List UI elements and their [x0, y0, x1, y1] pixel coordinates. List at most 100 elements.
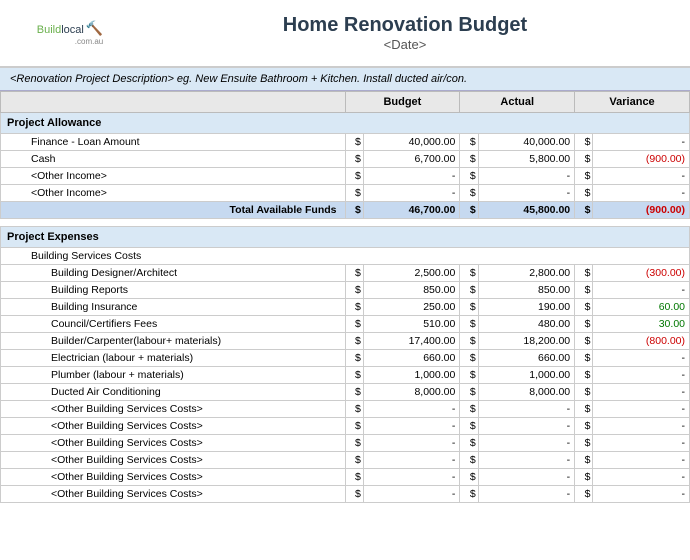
logo-dotcom: .com.au: [37, 37, 104, 46]
table-row: <Other Building Services Costs> $ - $ - …: [1, 452, 690, 469]
row-actual: 8,000.00: [478, 384, 574, 401]
row-budget: -: [363, 418, 459, 435]
total-variance: (900.00): [593, 202, 690, 219]
row-actual: 5,800.00: [478, 151, 574, 168]
row-variance: -: [593, 282, 690, 299]
table-row: <Other Income> $ - $ - $ -: [1, 185, 690, 202]
row-label: <Other Building Services Costs>: [1, 435, 346, 452]
row-budget: 6,700.00: [363, 151, 459, 168]
table-row: Building Designer/Architect $ 2,500.00 $…: [1, 265, 690, 282]
title-box: Home Renovation Budget <Date>: [130, 14, 680, 52]
main-title: Home Renovation Budget: [130, 14, 680, 37]
page-header: Buildlocal🔨 .com.au Home Renovation Budg…: [0, 0, 690, 68]
row-label: Finance - Loan Amount: [1, 134, 346, 151]
table-row: <Other Building Services Costs> $ - $ - …: [1, 486, 690, 503]
logo: Buildlocal🔨 .com.au: [10, 8, 130, 58]
subsection-label: Building Services Costs: [1, 248, 690, 265]
row-variance: -: [593, 384, 690, 401]
total-label: Total Available Funds: [1, 202, 346, 219]
table-row: Cash $ 6,700.00 $ 5,800.00 $ (900.00): [1, 151, 690, 168]
logo-local: local: [61, 24, 84, 36]
logo-build: Build: [37, 24, 61, 36]
row-variance: -: [593, 418, 690, 435]
row-label: Electrician (labour + materials): [1, 350, 346, 367]
row-label: Builder/Carpenter(labour+ materials): [1, 333, 346, 350]
row-label: Cash: [1, 151, 346, 168]
row-actual: 190.00: [478, 299, 574, 316]
table-row: <Other Building Services Costs> $ - $ - …: [1, 435, 690, 452]
row-variance: -: [593, 134, 690, 151]
row-budget: -: [363, 185, 459, 202]
row-label: Building Reports: [1, 282, 346, 299]
row-variance: -: [593, 401, 690, 418]
row-variance: -: [593, 435, 690, 452]
row-actual: 850.00: [478, 282, 574, 299]
row-budget: 510.00: [363, 316, 459, 333]
col-header-actual: Actual: [460, 92, 575, 113]
spacer-row: [1, 219, 690, 227]
row-variance: (900.00): [593, 151, 690, 168]
row-variance: -: [593, 486, 690, 503]
row-budget: -: [363, 435, 459, 452]
row-actual: -: [478, 435, 574, 452]
row-budget: 660.00: [363, 350, 459, 367]
row-actual: 18,200.00: [478, 333, 574, 350]
row-actual: 40,000.00: [478, 134, 574, 151]
row-budget: -: [363, 452, 459, 469]
row-budget: 2,500.00: [363, 265, 459, 282]
table-row: Building Reports $ 850.00 $ 850.00 $ -: [1, 282, 690, 299]
table-row: Builder/Carpenter(labour+ materials) $ 1…: [1, 333, 690, 350]
row-budget: -: [363, 486, 459, 503]
row-budget: 850.00: [363, 282, 459, 299]
row-variance: (300.00): [593, 265, 690, 282]
row-label: <Other Building Services Costs>: [1, 452, 346, 469]
row-budget: -: [363, 469, 459, 486]
row-variance: -: [593, 168, 690, 185]
row-actual: -: [478, 452, 574, 469]
total-actual: 45,800.00: [478, 202, 574, 219]
row-variance: -: [593, 185, 690, 202]
row-label: <Other Building Services Costs>: [1, 469, 346, 486]
row-actual: -: [478, 401, 574, 418]
row-label: Ducted Air Conditioning: [1, 384, 346, 401]
table-row: <Other Building Services Costs> $ - $ - …: [1, 469, 690, 486]
table-row: Council/Certifiers Fees $ 510.00 $ 480.0…: [1, 316, 690, 333]
row-label: <Other Building Services Costs>: [1, 486, 346, 503]
row-actual: -: [478, 469, 574, 486]
budget-table: Budget Actual Variance Project Allowance…: [0, 91, 690, 503]
row-actual: -: [478, 418, 574, 435]
total-budget: 46,700.00: [363, 202, 459, 219]
total-row: Total Available Funds $ 46,700.00 $ 45,8…: [1, 202, 690, 219]
table-row: <Other Building Services Costs> $ - $ - …: [1, 401, 690, 418]
row-actual: 1,000.00: [478, 367, 574, 384]
row-actual: -: [478, 168, 574, 185]
row-actual: 660.00: [478, 350, 574, 367]
row-variance: -: [593, 367, 690, 384]
row-budget: 250.00: [363, 299, 459, 316]
section-project-expenses: Project Expenses: [1, 227, 690, 248]
table-row: Building Insurance $ 250.00 $ 190.00 $ 6…: [1, 299, 690, 316]
row-budget: 40,000.00: [363, 134, 459, 151]
row-actual: -: [478, 185, 574, 202]
row-budget: 8,000.00: [363, 384, 459, 401]
row-label: <Other Income>: [1, 185, 346, 202]
row-actual: -: [478, 486, 574, 503]
row-variance: -: [593, 452, 690, 469]
table-row: Electrician (labour + materials) $ 660.0…: [1, 350, 690, 367]
row-budget: -: [363, 168, 459, 185]
col-header-label: [1, 92, 346, 113]
col-header-budget: Budget: [345, 92, 460, 113]
row-label: <Other Building Services Costs>: [1, 401, 346, 418]
date-label: <Date>: [130, 37, 680, 52]
row-variance: 30.00: [593, 316, 690, 333]
row-variance: -: [593, 469, 690, 486]
row-actual: 480.00: [478, 316, 574, 333]
table-row: Finance - Loan Amount $ 40,000.00 $ 40,0…: [1, 134, 690, 151]
row-label: <Other Income>: [1, 168, 346, 185]
row-budget: -: [363, 401, 459, 418]
description-row: <Renovation Project Description> eg. New…: [0, 68, 690, 91]
col-header-variance: Variance: [575, 92, 690, 113]
table-row: <Other Income> $ - $ - $ -: [1, 168, 690, 185]
row-variance: 60.00: [593, 299, 690, 316]
row-label: Building Insurance: [1, 299, 346, 316]
